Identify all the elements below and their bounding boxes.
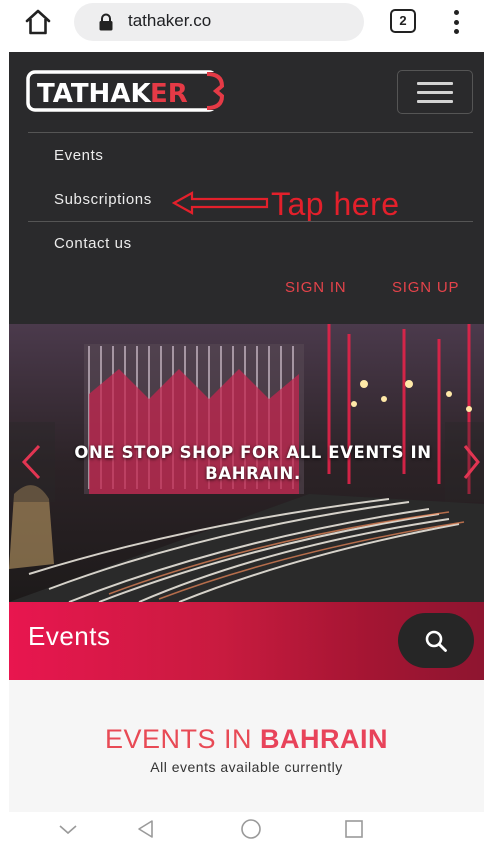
annotation-label: Tap here <box>271 186 400 222</box>
chevron-down-icon[interactable] <box>57 818 79 840</box>
hero-carousel[interactable]: ONE STOP SHOP FOR ALL EVENTS IN BAHRAIN. <box>9 324 484 602</box>
url-text: tathaker.co <box>128 11 212 30</box>
nav-item-events[interactable]: Events <box>54 147 103 164</box>
events-section: EVENTS IN BAHRAIN All events available c… <box>9 680 484 812</box>
events-heading-location: BAHRAIN <box>260 724 389 754</box>
nav-item-subscriptions[interactable]: Subscriptions <box>54 191 152 208</box>
sign-up-link[interactable]: SIGN UP <box>392 279 459 296</box>
system-nav-bar <box>0 812 484 846</box>
lock-icon <box>98 13 114 31</box>
hero-heading: ONE STOP SHOP FOR ALL EVENTS IN BAHRAIN. <box>74 443 432 483</box>
nav-divider <box>28 221 473 222</box>
events-heading-prefix: EVENTS IN <box>104 724 261 754</box>
menu-toggle-button[interactable] <box>397 70 473 114</box>
nav-item-contact[interactable]: Contact us <box>54 235 132 252</box>
events-heading: EVENTS IN BAHRAIN <box>9 724 484 755</box>
home-circle-icon[interactable] <box>240 818 262 840</box>
sign-in-link[interactable]: SIGN IN <box>285 279 346 296</box>
search-icon <box>425 630 447 652</box>
events-banner: Events <box>9 602 484 680</box>
events-subtitle: All events available currently <box>150 759 343 775</box>
more-vert-icon[interactable] <box>447 7 467 37</box>
back-icon[interactable] <box>135 818 157 840</box>
logo-text: TATHAK <box>37 79 151 109</box>
recents-icon[interactable] <box>343 818 365 840</box>
home-icon[interactable] <box>22 6 54 38</box>
carousel-prev-button[interactable] <box>9 422 55 502</box>
site-logo[interactable]: TATHAK ER <box>26 69 226 113</box>
nav-divider <box>28 132 473 133</box>
tab-switcher-button[interactable]: 2 <box>390 9 416 33</box>
search-button[interactable] <box>398 613 474 668</box>
chevron-left-icon <box>21 444 41 480</box>
address-bar[interactable]: tathaker.co <box>74 3 364 41</box>
logo-text-accent: ER <box>150 79 188 109</box>
browser-toolbar: tathaker.co 2 <box>0 0 484 52</box>
events-banner-title: Events <box>28 621 111 651</box>
site-header: TATHAK ER Events Subscriptions Tap here … <box>9 52 484 324</box>
annotation-arrow <box>172 191 269 215</box>
